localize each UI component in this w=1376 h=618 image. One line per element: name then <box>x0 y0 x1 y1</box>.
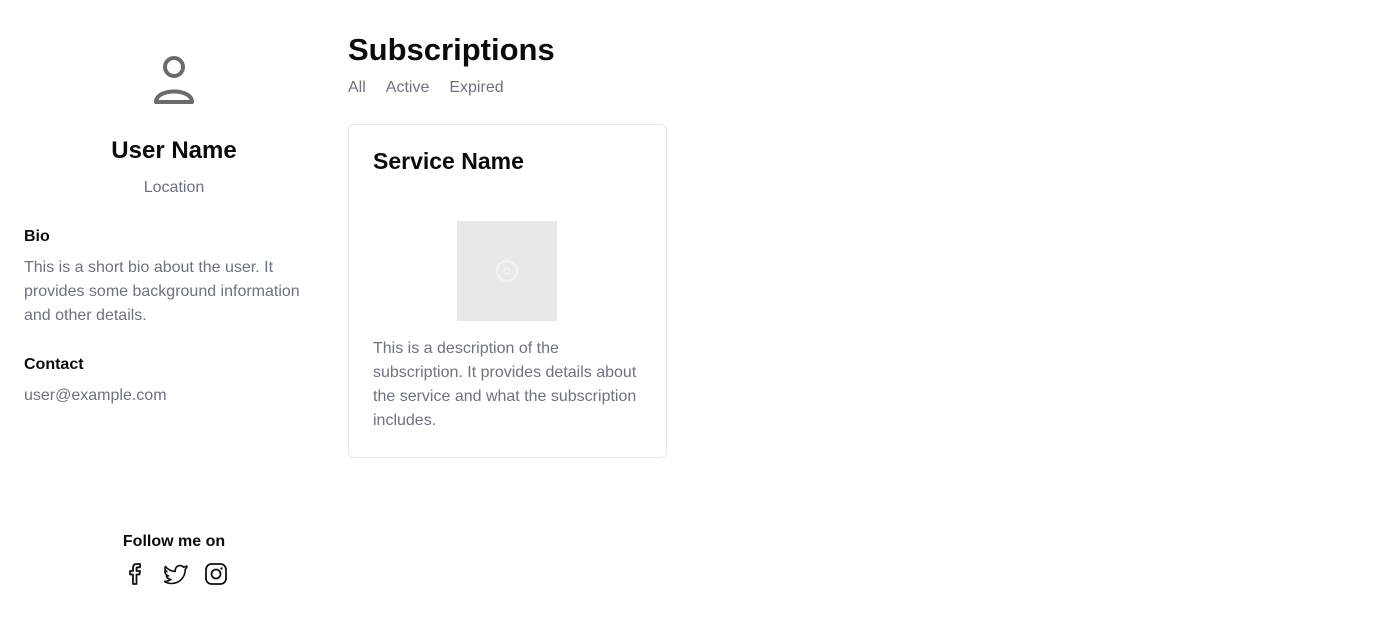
bio-heading: Bio <box>24 228 50 245</box>
twitter-icon[interactable] <box>164 562 188 586</box>
image-placeholder-icon <box>496 260 518 282</box>
user-icon <box>154 56 194 104</box>
tab-active[interactable]: Active <box>386 78 430 98</box>
contact-heading: Contact <box>24 356 84 373</box>
service-image <box>457 221 557 321</box>
main-content: Subscriptions All Active Expired Service… <box>348 0 1348 618</box>
facebook-icon[interactable] <box>124 562 148 586</box>
contact-email[interactable]: user@example.com <box>24 386 167 406</box>
subscription-tabs: All Active Expired <box>348 78 504 98</box>
page: User Name Location Bio This is a short b… <box>0 0 1376 618</box>
instagram-icon[interactable] <box>204 562 228 586</box>
tab-all[interactable]: All <box>348 78 366 98</box>
tab-expired[interactable]: Expired <box>449 78 503 98</box>
social-links <box>124 561 228 587</box>
user-name: User Name <box>111 137 237 164</box>
subscription-card[interactable]: Service Name This is a description of th… <box>348 124 667 458</box>
profile-sidebar: User Name Location Bio This is a short b… <box>24 0 324 618</box>
page-title: Subscriptions <box>348 32 555 67</box>
bio-text: This is a short bio about the user. It p… <box>24 259 300 324</box>
avatar <box>150 52 198 108</box>
subscription-description: This is a description of the subscriptio… <box>373 340 637 429</box>
service-name: Service Name <box>373 148 524 174</box>
user-location: Location <box>143 179 205 196</box>
follow-label: Follow me on <box>122 533 226 550</box>
